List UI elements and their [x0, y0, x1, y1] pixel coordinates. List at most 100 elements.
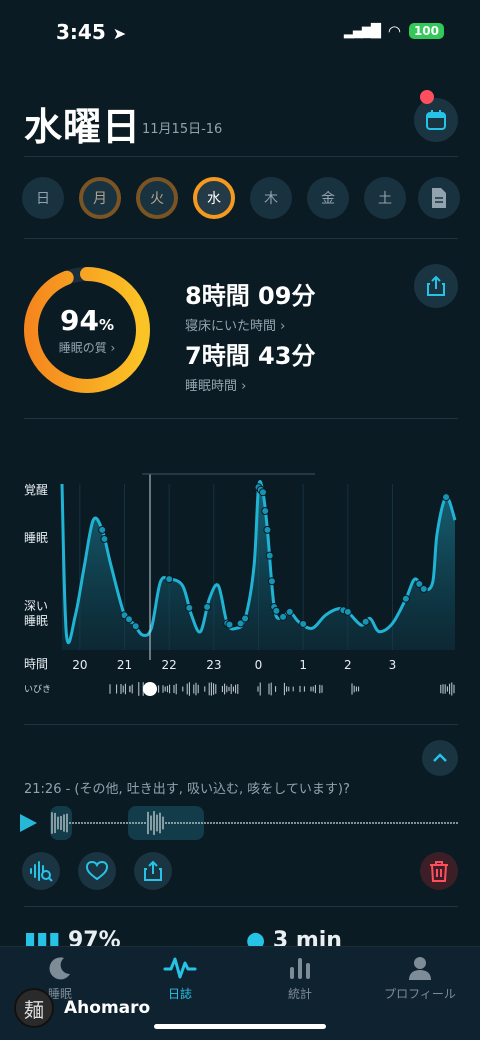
day-monday[interactable]: 月	[79, 177, 121, 219]
watermark-logo: 麺	[14, 988, 54, 1028]
snore-event-marker[interactable]	[343, 607, 352, 616]
status-time-text: 3:45	[56, 20, 106, 44]
tab-statistics-label: 統計	[287, 987, 312, 1001]
day-sunday[interactable]: 日	[22, 177, 64, 219]
x-tick-label: 21	[117, 658, 132, 672]
snore-event-marker[interactable]	[165, 575, 174, 584]
play-icon[interactable]	[20, 814, 37, 832]
wifi-icon: ◠	[387, 22, 401, 40]
audio-waveform[interactable]	[46, 804, 460, 842]
snore-event-marker[interactable]	[258, 488, 267, 497]
sleep-stage-chart[interactable]: 覚醒 睡眠 深い睡眠 時間 いびき 20 21 22 23 0 1 2 3	[0, 460, 480, 700]
sound-analysis-button[interactable]	[22, 852, 60, 890]
quality-percent-unit: %	[98, 316, 114, 334]
page-title: 水曜日	[24, 105, 142, 149]
date-range: 11月15日-16	[142, 122, 223, 137]
share-icon	[427, 275, 445, 296]
status-time: 3:45 ➤	[56, 20, 126, 44]
heart-icon	[86, 861, 108, 881]
calendar-icon	[426, 110, 446, 130]
day-tuesday[interactable]: 火	[136, 177, 178, 219]
snore-event-marker[interactable]	[401, 594, 410, 603]
snore-event-marker[interactable]	[100, 534, 109, 543]
share-recording-button[interactable]	[134, 852, 172, 890]
snore-event-marker[interactable]	[279, 612, 288, 621]
moon-icon	[49, 957, 70, 980]
x-tick-label: 0	[255, 658, 263, 672]
document-icon	[432, 188, 446, 208]
sleep-quality-percent: 94%	[60, 304, 114, 337]
snore-event-marker[interactable]	[361, 617, 370, 626]
signal-icon: ▂▄▆█	[343, 23, 381, 39]
time-asleep[interactable]: 7時間 43分 睡眠時間 ›	[185, 336, 315, 394]
divider	[24, 418, 458, 419]
snore-event-marker[interactable]	[272, 606, 281, 615]
delete-recording-button[interactable]	[420, 852, 458, 890]
day-wednesday[interactable]: 水	[193, 177, 235, 219]
x-tick-label: 23	[206, 658, 221, 672]
tab-journal-label: 日誌	[167, 987, 192, 1001]
page-header: 水曜日 11月15日-16	[24, 90, 458, 149]
time-in-bed-label: 寝床にいた時間 ›	[185, 319, 286, 334]
day-saturday[interactable]: 土	[364, 177, 406, 219]
x-tick-label: 22	[162, 658, 177, 672]
notes-button[interactable]	[418, 177, 460, 219]
divider	[24, 724, 458, 725]
snore-event-marker[interactable]	[241, 614, 250, 623]
time-in-bed[interactable]: 8時間 09分 寝床にいた時間 ›	[185, 276, 315, 334]
chevron-up-icon	[433, 753, 447, 762]
x-tick-label: 2	[344, 658, 352, 672]
status-icons: ▂▄▆█ ◠ 100	[344, 22, 444, 40]
sleep-quality-label: 睡眠の質 ›	[58, 341, 116, 355]
share-summary-button[interactable]	[414, 264, 458, 308]
snore-event-marker[interactable]	[261, 507, 270, 516]
waveform-icon	[163, 957, 197, 979]
snore-event-marker[interactable]	[263, 525, 272, 534]
x-axis-label: 時間	[24, 657, 48, 671]
recording-label: 21:26 - (その他, 吐き出す, 吸い込む, 咳をしています)?	[24, 782, 350, 797]
tab-statistics[interactable]: 統計	[240, 955, 360, 1002]
x-tick-label: 3	[389, 658, 397, 672]
sleep-quality-center[interactable]: 94% 睡眠の質 ›	[22, 265, 152, 395]
day-selector: 日 月 火 水 木 金 土	[22, 177, 462, 219]
watermark-name: Ahomaro	[64, 998, 151, 1018]
playhead-handle[interactable]	[143, 682, 157, 696]
day-friday[interactable]: 金	[307, 177, 349, 219]
y-label-awake: 覚醒	[24, 483, 48, 497]
snore-event-marker[interactable]	[285, 607, 294, 616]
watermark: 麺 Ahomaro	[14, 988, 150, 1028]
time-asleep-value: 7時間 43分	[185, 342, 316, 370]
waveform-search-icon	[30, 861, 53, 882]
time-asleep-label: 睡眠時間 ›	[185, 379, 247, 394]
favorite-button[interactable]	[78, 852, 116, 890]
snore-event-marker[interactable]	[124, 615, 133, 624]
snore-event-marker[interactable]	[185, 603, 194, 612]
divider	[24, 906, 458, 907]
divider	[24, 238, 458, 239]
snore-event-marker[interactable]	[265, 551, 274, 560]
x-tick-label: 20	[72, 658, 87, 672]
time-in-bed-value: 8時間 09分	[185, 282, 316, 310]
audio-player[interactable]	[20, 804, 460, 842]
x-tick-label: 1	[299, 658, 307, 672]
y-label-deep-sleep: 深い睡眠	[24, 599, 48, 628]
snore-event-marker[interactable]	[98, 525, 107, 534]
person-icon	[409, 957, 431, 980]
battery-icon: 100	[408, 23, 444, 39]
snore-event-marker[interactable]	[442, 493, 451, 502]
home-indicator[interactable]	[154, 1024, 326, 1029]
snore-event-marker[interactable]	[267, 577, 276, 586]
share-icon	[144, 860, 162, 881]
tab-profile[interactable]: プロフィール	[360, 955, 480, 1002]
snore-event-marker[interactable]	[131, 622, 140, 631]
quality-percent-value: 94	[60, 304, 99, 337]
collapse-button[interactable]	[422, 740, 458, 776]
snore-event-marker[interactable]	[299, 619, 308, 628]
snore-event-marker[interactable]	[203, 603, 212, 611]
snore-label: いびき	[24, 684, 51, 695]
calendar-button[interactable]	[414, 98, 458, 142]
bar-chart-icon	[290, 958, 310, 979]
day-thursday[interactable]: 木	[250, 177, 292, 219]
snore-event-marker[interactable]	[225, 620, 234, 629]
snore-event-marker[interactable]	[419, 584, 428, 593]
